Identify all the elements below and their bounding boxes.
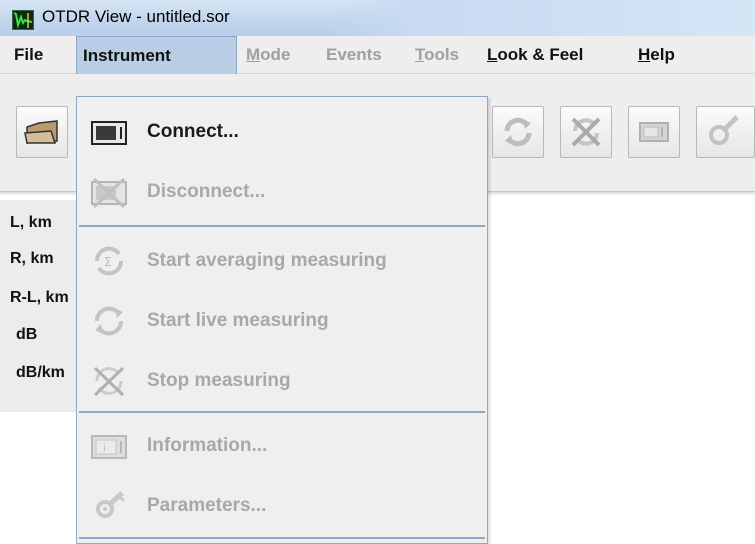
menu-item-parameters[interactable]: Parameters... [77, 477, 487, 535]
instrument-disconnect-icon [91, 177, 127, 208]
start-live-button[interactable] [492, 106, 544, 158]
menu-tools-label: Tools [415, 45, 460, 64]
menu-instrument-label: Instrument [83, 46, 171, 65]
menu-item-start-averaging-label: Start averaging measuring [147, 250, 387, 271]
menu-item-start-live[interactable]: Start live measuring [77, 292, 487, 350]
label-r-km: R, km [10, 250, 54, 267]
information-button[interactable] [628, 106, 680, 158]
menu-item-parameters-label: Parameters... [147, 495, 267, 516]
menu-bar: File Instrument Mode Events Tools Look &… [0, 36, 755, 74]
menu-help[interactable]: Help [632, 36, 681, 74]
window-title: OTDR View - untitled.sor [42, 7, 230, 26]
menu-file[interactable]: File [8, 36, 49, 74]
refresh-icon [94, 306, 124, 336]
menu-item-start-live-label: Start live measuring [147, 310, 329, 331]
parameters-button[interactable] [696, 106, 755, 158]
wrench-gear-icon [96, 491, 126, 518]
menu-item-connect[interactable]: Connect... [77, 103, 487, 161]
stop-measure-button[interactable] [560, 106, 612, 158]
menu-tools[interactable]: Tools [409, 36, 465, 74]
stop-measure-icon [93, 366, 125, 397]
title-bar[interactable]: OTDR View - untitled.sor [0, 0, 755, 36]
averaging-icon: Σ [94, 246, 124, 276]
svg-text:i: i [103, 443, 106, 454]
menu-look-and-feel-label: Look & Feel [487, 45, 584, 64]
instrument-info-icon [639, 122, 669, 142]
menu-item-start-averaging[interactable]: Σ Start averaging measuring [77, 232, 487, 290]
refresh-icon [504, 117, 532, 147]
title-bar-glass [330, 0, 755, 36]
folder-icon [24, 120, 58, 144]
otdr-app-icon[interactable] [12, 10, 34, 30]
label-db: dB [16, 326, 38, 343]
menu-item-information[interactable]: i Information... [77, 417, 487, 475]
menu-file-label: File [14, 45, 44, 64]
menu-item-information-label: Information... [147, 435, 268, 456]
instrument-connect-icon [91, 121, 127, 145]
label-db-km: dB/km [16, 364, 65, 381]
menu-separator [79, 537, 485, 539]
app-window: OTDR View - untitled.sor File Instrument… [0, 0, 755, 544]
menu-item-disconnect[interactable]: Disconnect... [77, 163, 487, 221]
open-file-button[interactable] [16, 106, 68, 158]
menu-events-label: Events [326, 45, 382, 64]
wrench-gear-icon [709, 115, 739, 145]
label-r-minus-l-km: R-L, km [10, 289, 69, 306]
measurement-panel: L, km R, km R-L, km dB dB/km [0, 200, 78, 412]
instrument-menu-dropdown: Connect... Disconnect... Σ Start averagi… [76, 96, 488, 544]
menu-help-label: Help [638, 45, 675, 64]
menu-look-and-feel[interactable]: Look & Feel [481, 36, 589, 74]
menu-mode[interactable]: Mode [240, 36, 296, 74]
menu-item-stop-label: Stop measuring [147, 370, 291, 391]
instrument-info-icon: i [91, 435, 127, 459]
label-l-km: L, km [10, 214, 52, 231]
menu-instrument[interactable]: Instrument [76, 36, 237, 74]
menu-separator [79, 411, 485, 413]
stop-measure-icon [571, 117, 601, 147]
menu-item-stop[interactable]: Stop measuring [77, 352, 487, 410]
menu-mode-label: Mode [246, 45, 291, 64]
menu-separator [79, 225, 485, 227]
svg-text:Σ: Σ [104, 255, 112, 269]
menu-item-connect-label: Connect... [147, 121, 239, 142]
menu-events[interactable]: Events [320, 36, 388, 74]
menu-item-disconnect-label: Disconnect... [147, 181, 266, 202]
